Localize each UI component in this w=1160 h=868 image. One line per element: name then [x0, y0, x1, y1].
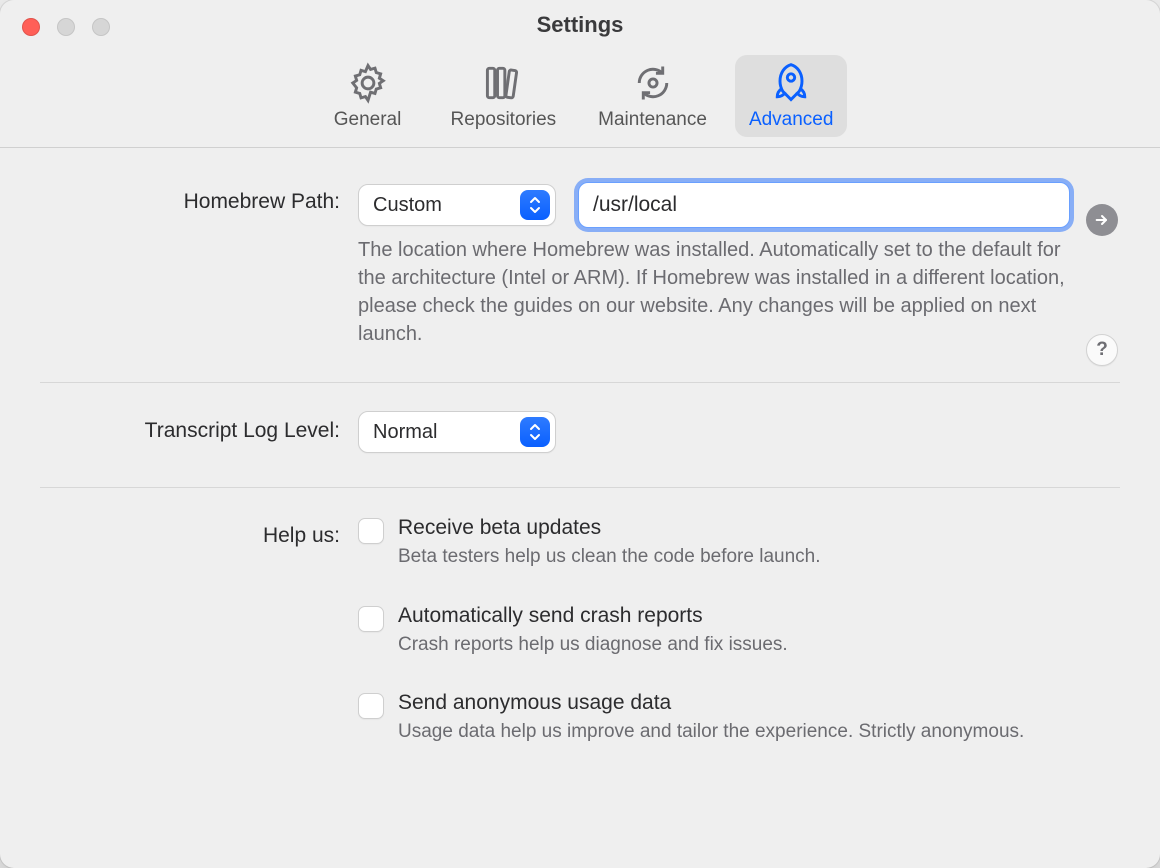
- help-us-label: Help us:: [40, 516, 340, 548]
- tab-general[interactable]: General: [313, 55, 423, 137]
- section-divider: [40, 487, 1120, 488]
- apply-path-button[interactable]: [1086, 204, 1118, 236]
- usage-data-option: Send anonymous usage data Usage data hel…: [358, 691, 1120, 749]
- homebrew-path-label: Homebrew Path:: [40, 182, 340, 214]
- books-icon: [481, 61, 525, 105]
- help-us-row: Help us: Receive beta updates Beta teste…: [40, 516, 1120, 749]
- checkbox-description: Crash reports help us diagnose and fix i…: [398, 632, 788, 658]
- tab-label: Repositories: [451, 109, 557, 131]
- rocket-icon: [769, 61, 813, 105]
- traffic-lights: [22, 18, 110, 36]
- section-divider: [40, 382, 1120, 383]
- homebrew-path-input[interactable]: [578, 182, 1070, 228]
- help-button[interactable]: ?: [1086, 334, 1118, 366]
- crash-reports-checkbox[interactable]: [358, 606, 384, 632]
- checkbox-label: Receive beta updates: [398, 516, 821, 540]
- chevron-up-down-icon: [520, 417, 550, 447]
- tab-label: Maintenance: [598, 109, 707, 131]
- transcript-log-level-select[interactable]: Normal: [358, 411, 556, 453]
- tab-label: General: [334, 109, 402, 131]
- homebrew-path-row: Homebrew Path: Custom The location where…: [40, 182, 1120, 348]
- homebrew-path-description: The location where Homebrew was installe…: [358, 236, 1078, 348]
- content-area: Homebrew Path: Custom The location where…: [0, 148, 1160, 789]
- select-value: Normal: [373, 421, 437, 444]
- tab-maintenance[interactable]: Maintenance: [584, 55, 721, 137]
- gear-icon: [346, 61, 390, 105]
- refresh-gear-icon: [631, 61, 675, 105]
- help-icon: ?: [1096, 339, 1108, 361]
- checkbox-label: Automatically send crash reports: [398, 604, 788, 628]
- beta-updates-checkbox[interactable]: [358, 518, 384, 544]
- minimize-window-button[interactable]: [57, 18, 75, 36]
- transcript-log-level-label: Transcript Log Level:: [40, 411, 340, 443]
- close-window-button[interactable]: [22, 18, 40, 36]
- titlebar: Settings: [0, 0, 1160, 49]
- tab-advanced[interactable]: Advanced: [735, 55, 848, 137]
- window-title: Settings: [537, 12, 624, 38]
- transcript-log-level-row: Transcript Log Level: Normal: [40, 411, 1120, 453]
- preferences-toolbar: General Repositories: [0, 49, 1160, 148]
- tab-repositories[interactable]: Repositories: [437, 55, 571, 137]
- tab-label: Advanced: [749, 109, 834, 131]
- zoom-window-button[interactable]: [92, 18, 110, 36]
- crash-reports-option: Automatically send crash reports Crash r…: [358, 604, 1120, 662]
- checkbox-description: Usage data help us improve and tailor th…: [398, 719, 1024, 745]
- usage-data-checkbox[interactable]: [358, 693, 384, 719]
- checkbox-label: Send anonymous usage data: [398, 691, 1024, 715]
- select-value: Custom: [373, 194, 442, 217]
- homebrew-path-select[interactable]: Custom: [358, 184, 556, 226]
- chevron-up-down-icon: [520, 190, 550, 220]
- settings-window: Settings General Repositories: [0, 0, 1160, 868]
- beta-updates-option: Receive beta updates Beta testers help u…: [358, 516, 1120, 574]
- checkbox-description: Beta testers help us clean the code befo…: [398, 544, 821, 570]
